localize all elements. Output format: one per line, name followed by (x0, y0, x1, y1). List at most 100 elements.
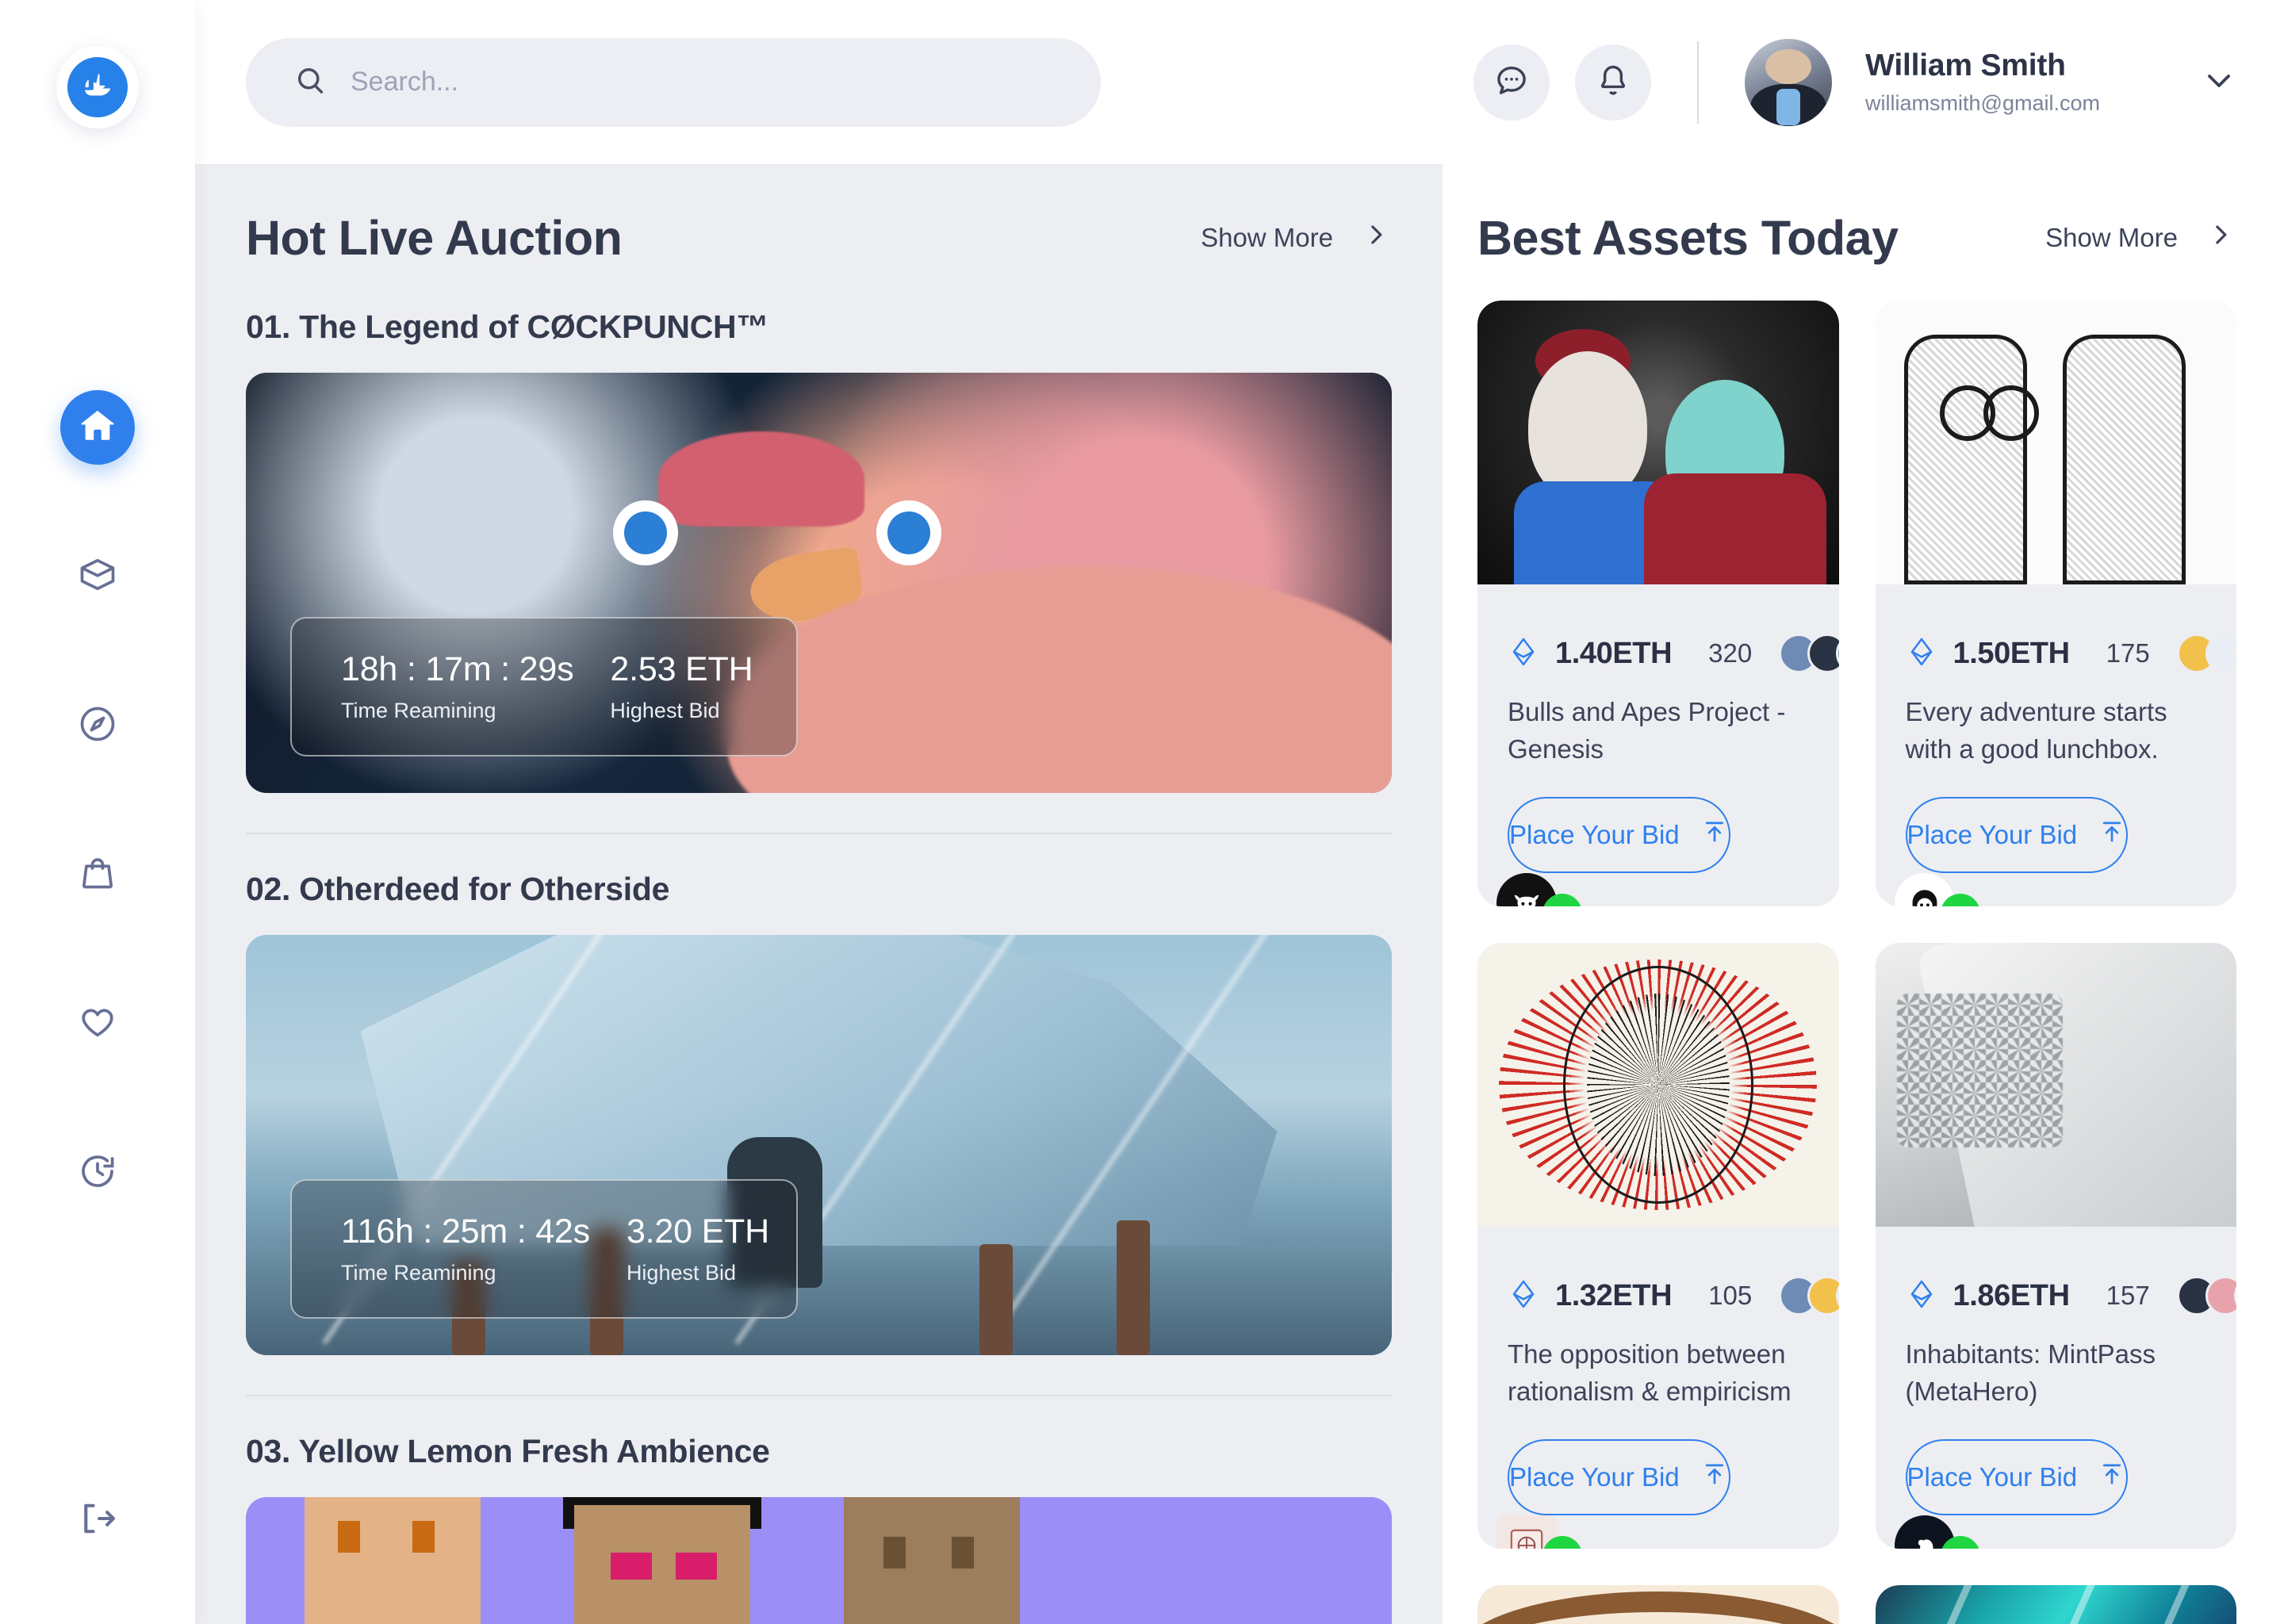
auction-bid-label: Highest Bid (610, 699, 720, 722)
top-bar: Search... William Smith williamsmith@gma… (195, 0, 2284, 164)
asset-card[interactable]: 1.50ETH 175 Every adventure starts with … (1875, 301, 2236, 906)
asset-card[interactable]: 1.86ETH 157 Inhabitants: MintPass (MetaH… (1875, 943, 2236, 1549)
asset-badges (1496, 1515, 1582, 1549)
sidebar (0, 0, 195, 1624)
asset-details: 1.86ETH 157 Inhabitants: MintPass (MetaH… (1876, 1227, 2236, 1515)
asset-thumbnail (1875, 301, 2236, 584)
asset-card[interactable]: 1.32ETH 105 The opposition between ratio… (1477, 943, 1839, 1549)
chevron-right-icon (2205, 219, 2236, 257)
messages-button[interactable] (1473, 44, 1550, 121)
auction-show-more-button[interactable]: Show More (1201, 219, 1392, 257)
sidebar-item-activity[interactable] (60, 1136, 135, 1210)
place-bid-button[interactable]: Place Your Bid (1905, 1439, 2129, 1515)
sidebar-item-logout[interactable] (60, 1483, 135, 1557)
artwork-mintpass (1875, 943, 2236, 1227)
assets-title: Best Assets Today (1477, 211, 1899, 265)
app-root: Search... William Smith williamsmith@gma… (0, 0, 2284, 1624)
divider (246, 1395, 1392, 1396)
box-icon (77, 554, 118, 599)
history-clock-icon (77, 1151, 118, 1196)
notifications-button[interactable] (1575, 44, 1652, 121)
auction-artwork-punks (246, 1497, 1392, 1624)
shopping-bag-icon (77, 852, 118, 898)
auction-show-more-label: Show More (1201, 223, 1333, 252)
asset-badges (1496, 873, 1582, 906)
asset-thumbnail (1477, 301, 1839, 584)
auction-card-1[interactable]: 18h : 17m : 29s Time Reamining 2.53 ETH … (246, 373, 1392, 793)
auction-time-cell: 116h : 25m : 42s Time Reamining (292, 1212, 590, 1285)
asset-price: 1.50ETH (1953, 636, 2071, 670)
place-bid-button[interactable]: Place Your Bid (1508, 1439, 1730, 1515)
asset-badges (1894, 1515, 1980, 1549)
bell-icon (1595, 62, 1631, 102)
assets-show-more-label: Show More (2045, 223, 2178, 252)
search-bar[interactable]: Search... (246, 37, 1101, 127)
sidebar-item-marketplace[interactable] (60, 837, 135, 912)
asset-title: Bulls and Apes Project - Genesis (1508, 697, 1786, 764)
sidebar-item-favorites[interactable] (60, 986, 135, 1061)
asset-card[interactable]: RTFKT X (1875, 1585, 2236, 1624)
arrow-up-icon (2098, 1460, 2126, 1495)
pixel-punk-2 (563, 1497, 761, 1624)
divider (246, 833, 1392, 834)
asset-card[interactable]: 1.40ETH 320 Bulls and Apes Project - Gen… (1477, 301, 1839, 906)
asset-card[interactable] (1477, 1585, 1839, 1624)
artwork-library (1477, 1585, 1839, 1624)
auction-stats-overlay: 116h : 25m : 42s Time Reamining 3.20 ETH… (290, 1179, 798, 1319)
user-menu-button[interactable] (2200, 61, 2238, 103)
place-bid-button[interactable]: Place Your Bid (1905, 797, 2129, 873)
header-divider (1697, 40, 1700, 124)
place-bid-button[interactable]: Place Your Bid (1508, 797, 1730, 873)
ethereum-diamond-icon (1508, 1278, 1539, 1314)
ethereum-diamond-icon (1906, 636, 1937, 672)
ethereum-diamond-icon (1906, 1278, 1937, 1314)
ethereum-diamond-icon (1508, 636, 1539, 672)
sidebar-item-explore[interactable] (60, 688, 135, 763)
auction-bid-cell: 3.20 ETH Highest Bid (590, 1212, 769, 1285)
asset-price-row: 1.40ETH 320 (1508, 634, 1839, 673)
sidebar-item-home[interactable] (60, 390, 135, 465)
auction-bid-value: 2.53 ETH (610, 650, 753, 688)
search-icon (293, 63, 327, 101)
auction-time-label: Time Reamining (341, 699, 496, 722)
pixel-punk-3 (833, 1497, 1031, 1624)
bidder-avatars (2176, 634, 2236, 673)
asset-title: The opposition between rationalism & emp… (1508, 1339, 1792, 1406)
auction-card-3[interactable] (246, 1497, 1392, 1624)
page-title: Hot Live Auction (246, 211, 623, 265)
hot-live-auction-panel: Hot Live Auction Show More 01. The Legen… (195, 164, 1443, 1624)
heart-icon (77, 1002, 118, 1047)
arrow-up-icon (1700, 1460, 1729, 1495)
assets-show-more-button[interactable]: Show More (2045, 219, 2236, 257)
artwork-magnetic-field (1477, 943, 1839, 1227)
asset-price: 1.86ETH (1953, 1278, 2071, 1312)
asset-thumbnail (1875, 943, 2236, 1227)
auction-time-cell: 18h : 17m : 29s Time Reamining (292, 650, 574, 723)
logout-icon (77, 1498, 118, 1543)
sidebar-nav (60, 390, 135, 1210)
auction-stats-overlay: 18h : 17m : 29s Time Reamining 2.53 ETH … (290, 617, 798, 756)
artwork-lunchbox (1875, 301, 2236, 584)
artwork-bulls (1477, 301, 1839, 584)
compass-icon (77, 703, 118, 749)
content-column: Search... William Smith williamsmith@gma… (195, 0, 2284, 1624)
asset-badges (1894, 873, 1980, 906)
artwork-rtfkt: RTFKT X (1875, 1585, 2236, 1624)
search-input[interactable]: Search... (351, 67, 458, 98)
body-area: Hot Live Auction Show More 01. The Legen… (195, 164, 2284, 1624)
asset-thumbnail: RTFKT X (1875, 1585, 2236, 1624)
asset-title: Inhabitants: MintPass (MetaHero) (1905, 1339, 2156, 1406)
asset-price-row: 1.50ETH 175 (1906, 634, 2236, 673)
auction-item-title: 02. Otherdeed for Otherside (246, 871, 670, 907)
avatar[interactable] (1745, 38, 1833, 126)
app-logo[interactable] (56, 46, 139, 128)
assets-grid: 1.40ETH 320 Bulls and Apes Project - Gen… (1477, 301, 2236, 1624)
user-email: williamsmith@gmail.com (1865, 91, 2100, 115)
place-bid-label: Place Your Bid (1509, 820, 1680, 849)
chat-bubble-icon (1493, 62, 1530, 102)
auction-card-2[interactable]: 116h : 25m : 42s Time Reamining 3.20 ETH… (246, 935, 1392, 1355)
sidebar-item-collections[interactable] (60, 539, 135, 614)
asset-price: 1.32ETH (1555, 1278, 1673, 1312)
arrow-up-icon (2098, 818, 2126, 852)
asset-price-row: 1.86ETH 157 (1906, 1276, 2236, 1316)
